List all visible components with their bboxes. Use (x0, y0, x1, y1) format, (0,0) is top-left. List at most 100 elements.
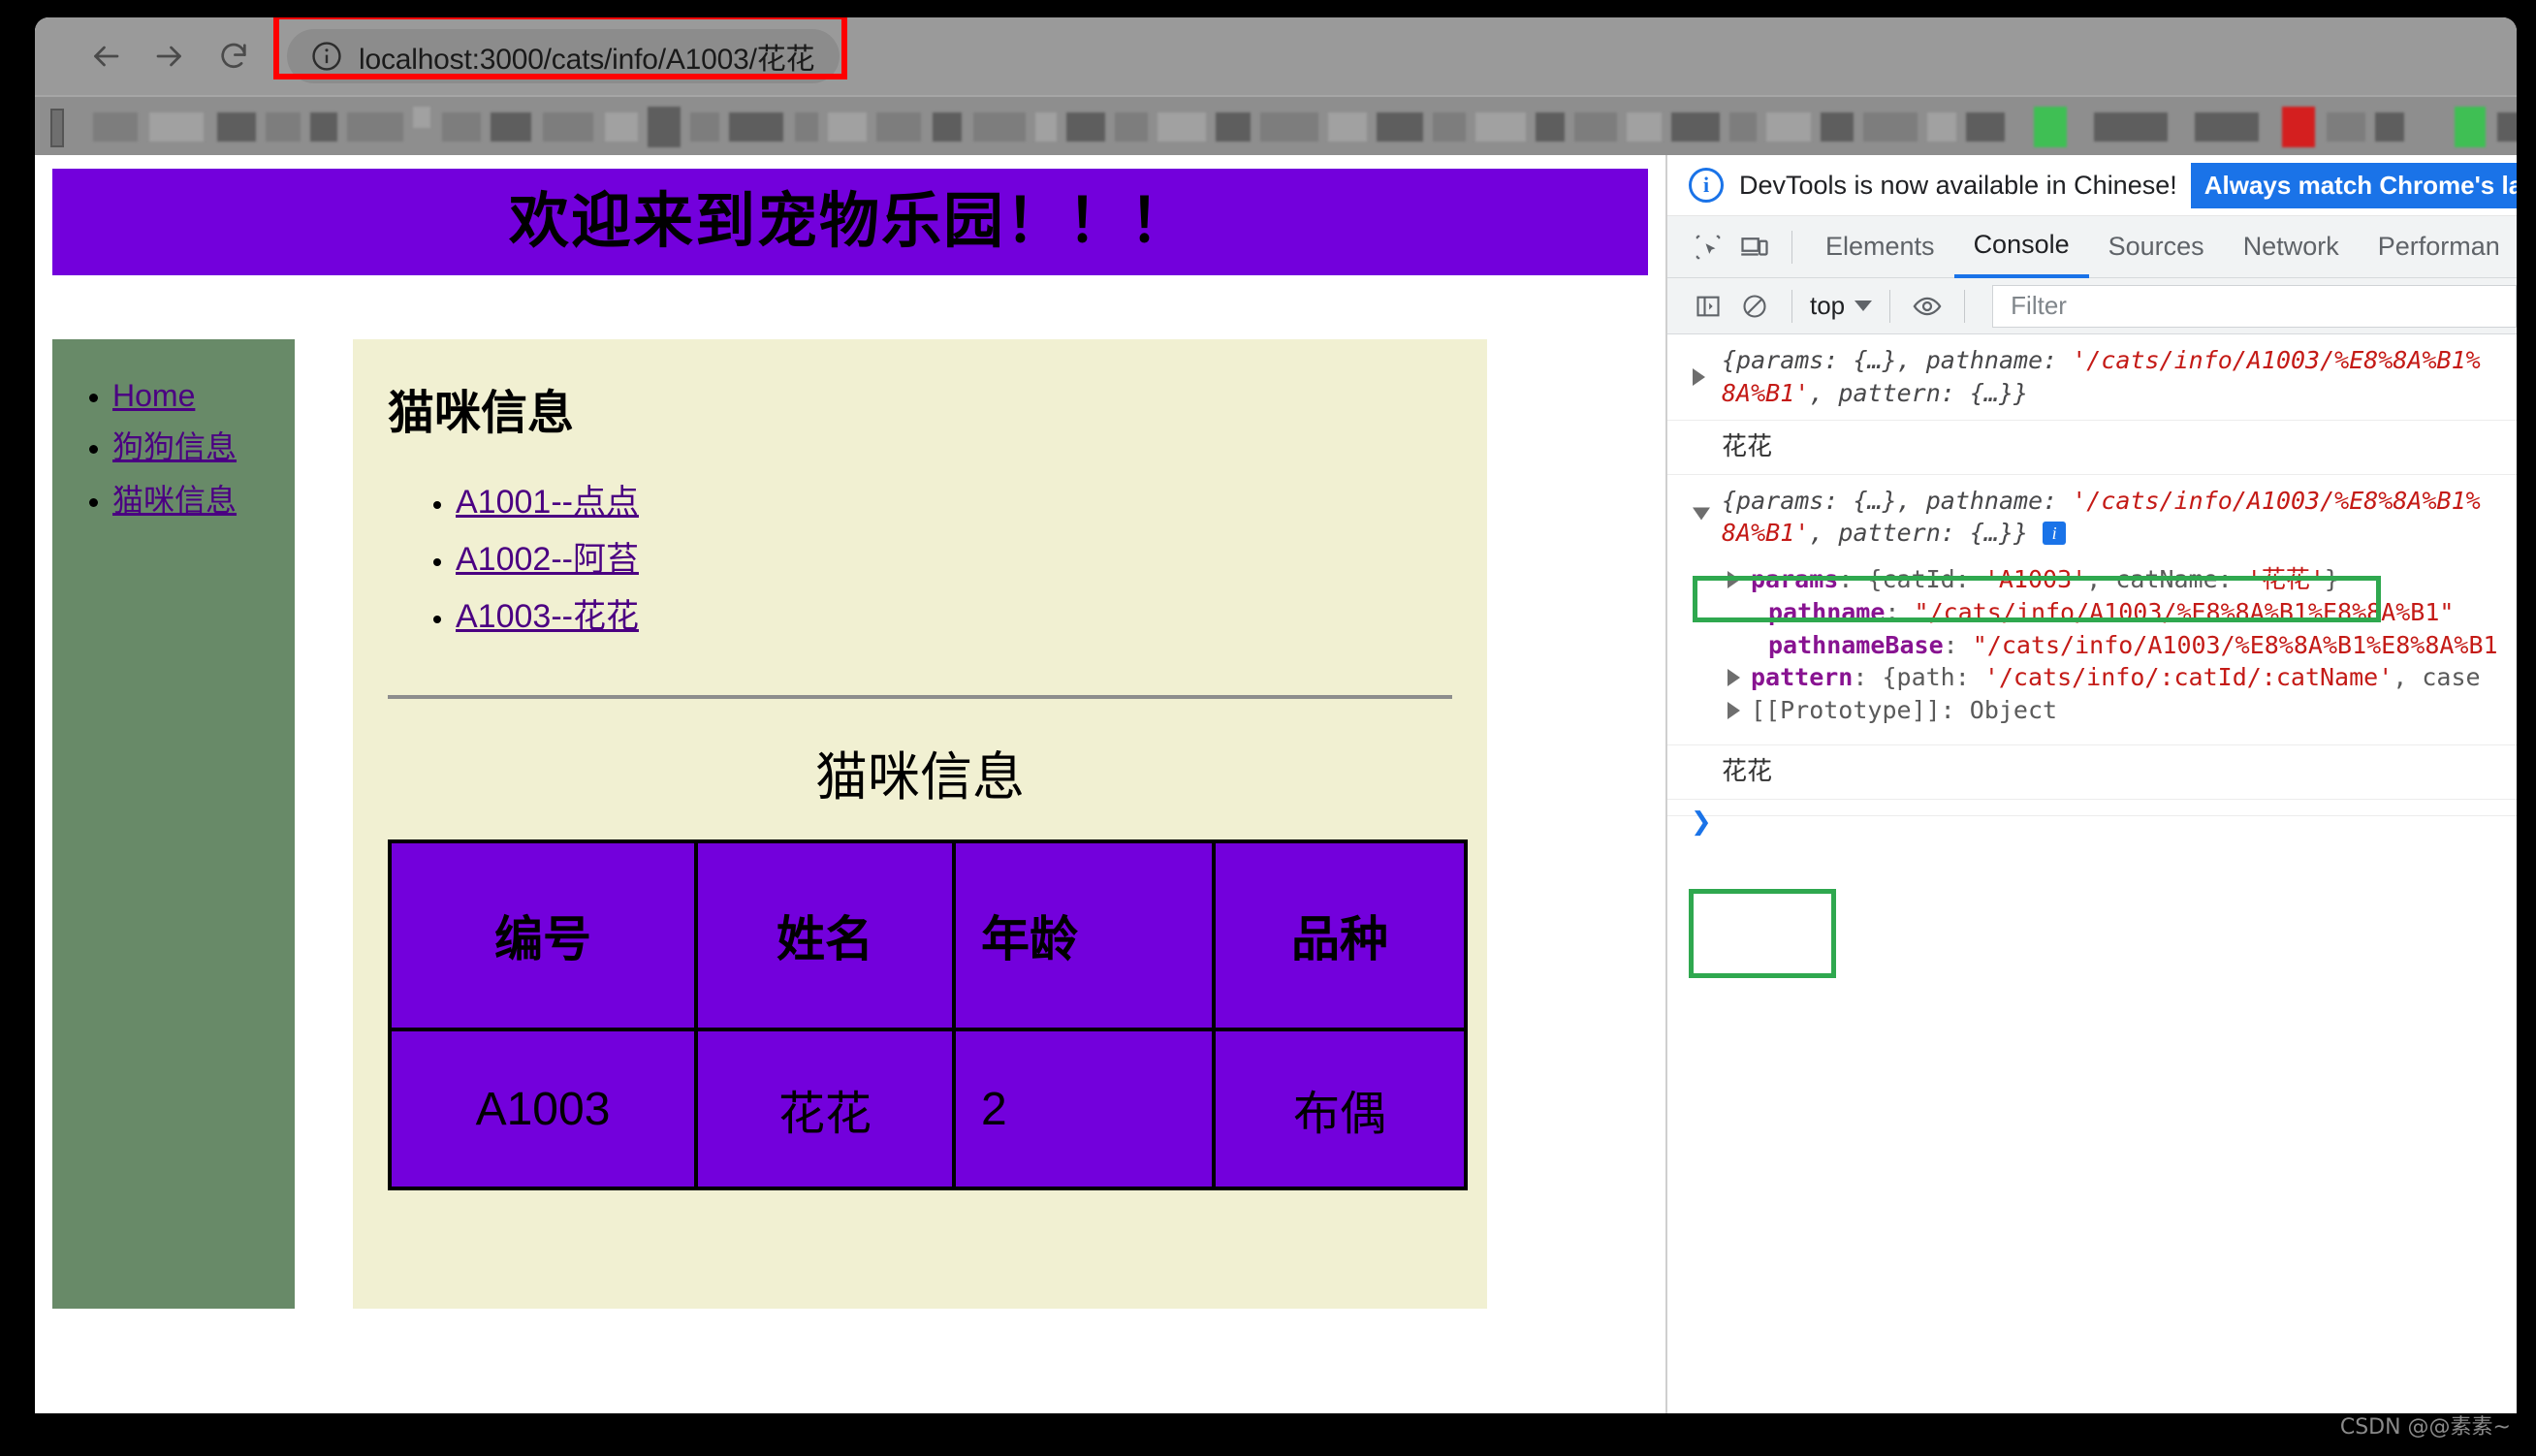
bookmark-blob[interactable] (310, 112, 337, 142)
bookmark-blob[interactable] (690, 112, 719, 142)
list-item: 猫咪信息 (112, 476, 295, 521)
bookmark-blob[interactable] (347, 112, 403, 142)
reload-button[interactable] (202, 24, 266, 88)
bookmark-blob[interactable] (1863, 112, 1918, 142)
console-filter-input[interactable]: Filter (1992, 284, 2517, 328)
bookmark-blob[interactable] (828, 112, 867, 142)
bookmark-blob[interactable] (149, 112, 204, 142)
bookmark-blob[interactable] (1216, 112, 1251, 142)
cat-link-a1002[interactable]: A1002--阿苔 (456, 541, 639, 578)
address-bar[interactable]: localhost:3000/cats/info/A1003/花花 (287, 29, 840, 83)
bookmark-edge-marker (50, 109, 64, 147)
table-row: A1003 花花 2 布偶 (388, 1028, 1468, 1190)
bookmark-blob[interactable] (1115, 112, 1148, 142)
tab-network[interactable]: Network (2224, 216, 2359, 278)
bookmark-blob[interactable] (729, 112, 783, 142)
bookmark-blob[interactable] (1966, 112, 2005, 142)
site-info-icon[interactable] (310, 40, 343, 73)
bookmark-blob[interactable] (1066, 112, 1105, 142)
console-object-prototype[interactable]: [[Prototype]]: Object (1722, 694, 2517, 727)
clear-console-icon[interactable] (1731, 283, 1778, 330)
bookmark-blob-red[interactable] (2282, 107, 2315, 147)
bookmark-blob[interactable] (1328, 112, 1367, 142)
tab-sources[interactable]: Sources (2089, 216, 2224, 278)
bookmark-blob[interactable] (1536, 112, 1565, 142)
bookmark-blob[interactable] (876, 112, 921, 142)
bookmark-blob[interactable] (1729, 112, 1757, 142)
bookmark-blob[interactable] (491, 112, 531, 142)
device-toolbar-icon[interactable] (1731, 224, 1778, 270)
property-key: pattern (1751, 663, 1854, 692)
bookmark-blob[interactable] (973, 112, 1026, 142)
bookmark-blob[interactable] (1821, 112, 1854, 142)
bookmark-blob[interactable] (2497, 112, 2517, 142)
table-cell-id: A1003 (388, 1028, 698, 1190)
back-button[interactable] (74, 24, 138, 88)
forward-button[interactable] (138, 24, 202, 88)
info-badge-icon[interactable]: i (2043, 522, 2067, 546)
bookmark-blob-green[interactable] (2455, 107, 2486, 147)
devtools-panel: i DevTools is now available in Chinese! … (1667, 155, 2517, 1413)
live-expression-icon[interactable] (1904, 283, 1950, 330)
bookmark-blob[interactable] (413, 107, 430, 128)
bookmark-blob[interactable] (1766, 112, 1811, 142)
expand-arrow-icon[interactable] (1728, 701, 1740, 719)
console-log-entry[interactable]: 花花 (1667, 421, 2517, 475)
bookmark-blob[interactable] (1574, 112, 1617, 142)
console-sidebar-icon[interactable] (1685, 283, 1731, 330)
bookmark-blob[interactable] (648, 107, 681, 147)
sidebar-item-dogs[interactable]: 狗狗信息 (112, 429, 237, 464)
table-header-breed: 品种 (1212, 839, 1468, 1031)
bookmark-blob[interactable] (1475, 112, 1526, 142)
console-log-entry-expanded[interactable]: {params: {…}, pathname: '/cats/info/A100… (1667, 475, 2517, 745)
inspect-element-icon[interactable] (1685, 224, 1731, 270)
bookmark-blob[interactable] (1433, 112, 1466, 142)
bookmark-blob[interactable] (933, 112, 962, 142)
bookmark-blob[interactable] (93, 112, 138, 142)
console-prompt-row[interactable]: ❯ (1667, 800, 2517, 837)
console-object-property-pattern[interactable]: pattern: {path: '/cats/info/:catId/:catN… (1722, 661, 2517, 694)
bookmark-blob[interactable] (2375, 112, 2404, 142)
table-cell-age: 2 (952, 1028, 1216, 1190)
bookmark-blob[interactable] (2327, 112, 2365, 142)
bookmark-blob[interactable] (1377, 112, 1423, 142)
bookmark-blob[interactable] (543, 112, 593, 142)
sidebar-item-home[interactable]: Home (112, 378, 195, 413)
url-text: localhost:3000/cats/info/A1003/花花 (359, 44, 815, 76)
bookmark-blob[interactable] (2094, 112, 2168, 142)
sidebar-item-cats[interactable]: 猫咪信息 (112, 483, 237, 518)
console-output[interactable]: {params: {…}, pathname: '/cats/info/A100… (1667, 334, 2517, 1413)
bookmark-blob[interactable] (266, 112, 301, 142)
bookmark-blob[interactable] (1671, 112, 1720, 142)
bookmark-blob[interactable] (795, 112, 818, 142)
bookmarks-bar[interactable] (35, 95, 2517, 155)
log-text-tail: , pattern: {…}} (1809, 378, 2029, 407)
expand-arrow-icon[interactable] (1728, 570, 1740, 588)
bookmark-blob-green[interactable] (2034, 107, 2067, 147)
bookmark-blob[interactable] (1035, 112, 1057, 142)
tab-performance[interactable]: Performan (2359, 216, 2517, 278)
bookmark-blob[interactable] (2195, 112, 2259, 142)
expand-arrow-icon[interactable] (1693, 367, 1705, 386)
bookmark-blob[interactable] (1157, 112, 1206, 142)
console-context-selector[interactable]: top (1806, 291, 1876, 321)
tab-elements[interactable]: Elements (1806, 216, 1954, 278)
bookmark-blob[interactable] (442, 112, 481, 142)
cat-link-a1003[interactable]: A1003--花花 (456, 598, 639, 635)
cat-link-a1001[interactable]: A1001--点点 (456, 484, 639, 521)
bookmark-blob[interactable] (1260, 112, 1318, 142)
bookmark-blob[interactable] (217, 112, 256, 142)
console-log-entry[interactable]: {params: {…}, pathname: '/cats/info/A100… (1667, 334, 2517, 421)
console-object-property-params[interactable]: params: {catId: 'A1003', catName: '花花'} (1722, 563, 2517, 596)
console-log-entry[interactable]: 花花 (1667, 745, 2517, 800)
bookmark-blob[interactable] (1627, 112, 1662, 142)
expand-arrow-icon[interactable] (1728, 669, 1740, 687)
match-chrome-language-button[interactable]: Always match Chrome's langua (2190, 162, 2517, 208)
tab-console[interactable]: Console (1953, 216, 2089, 278)
console-context-label: top (1810, 291, 1846, 320)
log-text-tail: , pattern: {…}} (1809, 519, 2029, 548)
bookmark-blob[interactable] (1927, 112, 1956, 142)
collapse-arrow-icon[interactable] (1693, 507, 1710, 521)
bookmark-blob[interactable] (605, 112, 638, 142)
property-text: , catName: (2086, 565, 2247, 594)
